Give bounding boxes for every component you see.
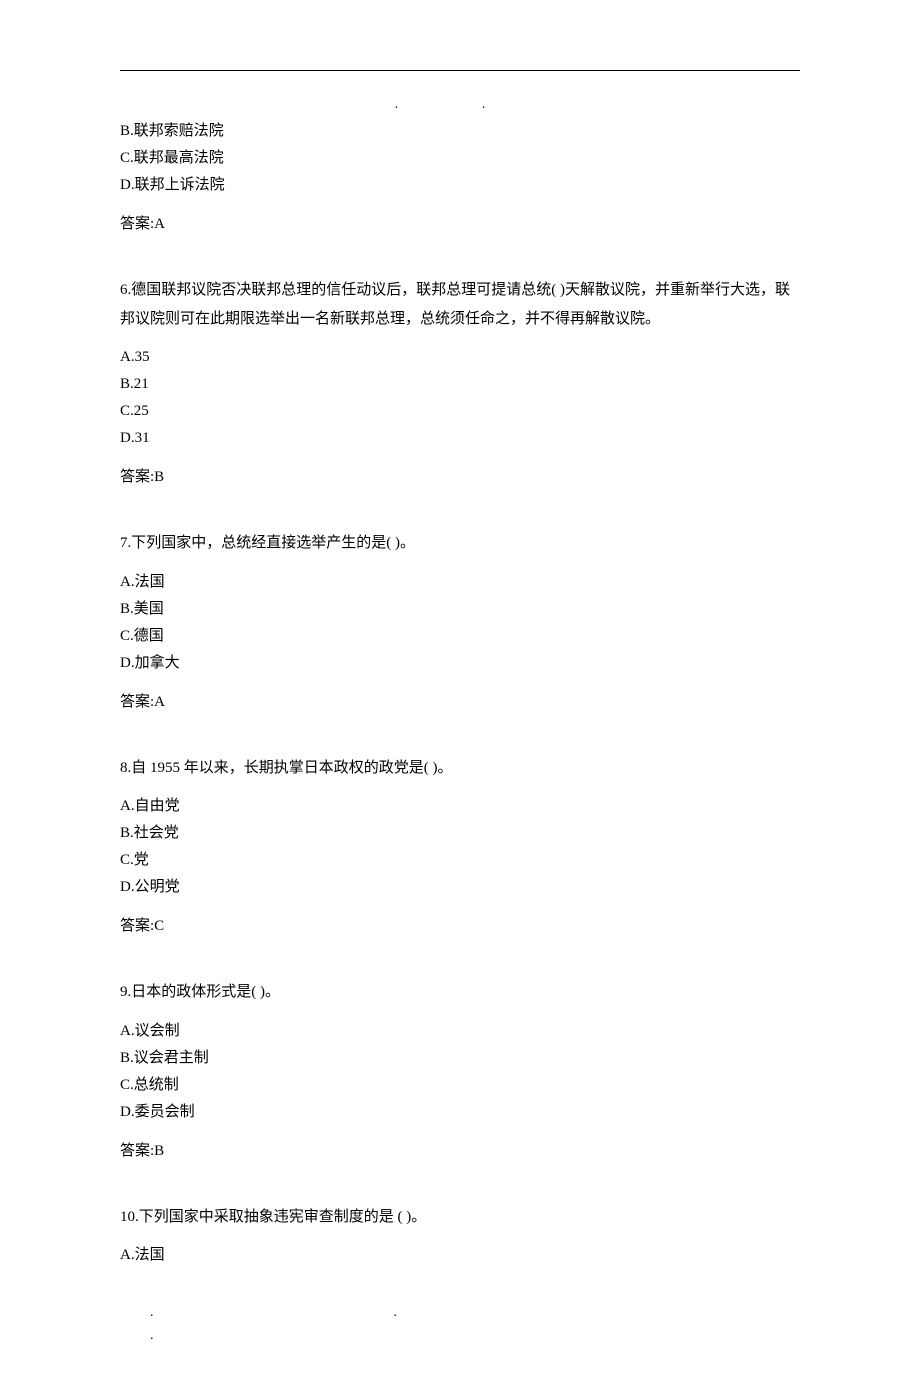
q9-option-c: C.总统制: [120, 1073, 800, 1097]
q7-option-a: A.法国: [120, 570, 800, 594]
q6-option-a: A.35: [120, 345, 800, 369]
question-9: 9.日本的政体形式是( )。 A.议会制 B.议会君主制 C.总统制 D.委员会…: [120, 978, 800, 1163]
q9-answer: 答案:B: [120, 1139, 800, 1163]
question-8: 8.自 1955 年以来，长期执掌日本政权的政党是( )。 A.自由党 B.社会…: [120, 754, 800, 939]
q5-option-c: C.联邦最高法院: [120, 146, 800, 170]
q8-answer: 答案:C: [120, 914, 800, 938]
q8-option-c: C.党: [120, 848, 800, 872]
q6-option-c: C.25: [120, 399, 800, 423]
q6-answer: 答案:B: [120, 465, 800, 489]
q7-option-c: C.德国: [120, 624, 800, 648]
question-10-partial: 10.下列国家中采取抽象违宪审查制度的是 ( )。 A.法国: [120, 1203, 800, 1268]
q5-option-d: D.联邦上诉法院: [120, 173, 800, 197]
q6-option-d: D.31: [120, 426, 800, 450]
q7-answer: 答案:A: [120, 690, 800, 714]
q8-option-d: D.公明党: [120, 875, 800, 899]
q9-option-a: A.议会制: [120, 1019, 800, 1043]
q8-text: 8.自 1955 年以来，长期执掌日本政权的政党是( )。: [120, 754, 800, 783]
q6-text: 6.德国联邦议院否决联邦总理的信任动议后，联邦总理可提请总统( )天解散议院，并…: [120, 276, 800, 333]
q10-text: 10.下列国家中采取抽象违宪审查制度的是 ( )。: [120, 1203, 800, 1232]
question-5-partial: B.联邦索赔法院 C.联邦最高法院 D.联邦上诉法院 答案:A: [120, 119, 800, 236]
q7-text: 7.下列国家中，总统经直接选举产生的是( )。: [120, 529, 800, 558]
q9-option-b: B.议会君主制: [120, 1046, 800, 1070]
header-divider: [120, 70, 800, 71]
q7-option-b: B.美国: [120, 597, 800, 621]
q9-text: 9.日本的政体形式是( )。: [120, 978, 800, 1007]
question-7: 7.下列国家中，总统经直接选举产生的是( )。 A.法国 B.美国 C.德国 D…: [120, 529, 800, 714]
question-6: 6.德国联邦议院否决联邦总理的信任动议后，联邦总理可提请总统( )天解散议院，并…: [120, 276, 800, 489]
q8-option-a: A.自由党: [120, 794, 800, 818]
header-dots: . .: [120, 94, 800, 116]
q5-option-b: B.联邦索赔法院: [120, 119, 800, 143]
q6-option-b: B.21: [120, 372, 800, 396]
q7-option-d: D.加拿大: [120, 651, 800, 675]
q5-answer: 答案:A: [120, 212, 800, 236]
q9-option-d: D.委员会制: [120, 1100, 800, 1124]
q8-option-b: B.社会党: [120, 821, 800, 845]
footer-dots: ...: [120, 1302, 800, 1347]
q10-option-a: A.法国: [120, 1243, 800, 1267]
